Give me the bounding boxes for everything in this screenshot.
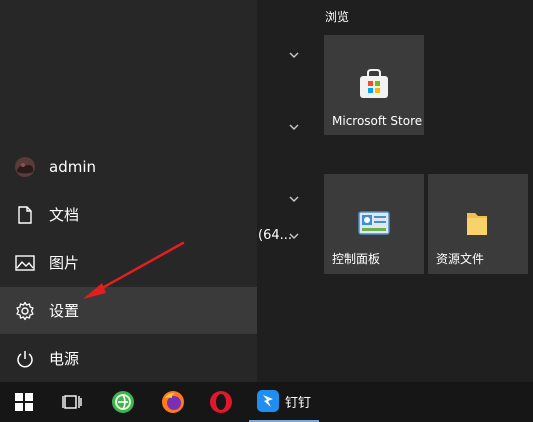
chevron-down-icon[interactable] xyxy=(287,120,301,134)
tile-label: 资源文件 xyxy=(436,252,485,266)
task-view-icon xyxy=(62,395,82,409)
folder-icon xyxy=(467,213,487,235)
settings-label: 设置 xyxy=(49,302,80,320)
task-view-button[interactable] xyxy=(48,382,96,422)
start-menu-nav: admin 文档 图片 设置 电源 xyxy=(0,0,257,382)
power-icon xyxy=(13,347,37,371)
green-browser-icon xyxy=(112,391,134,413)
user-account-button[interactable]: admin xyxy=(0,143,257,190)
chevron-down-icon[interactable] xyxy=(287,48,301,62)
documents-label: 文档 xyxy=(49,206,80,224)
app-list xyxy=(257,0,315,382)
firefox-button[interactable] xyxy=(149,382,197,422)
pictures-button[interactable]: 图片 xyxy=(0,239,257,286)
opera-button[interactable] xyxy=(197,382,245,422)
tile-microsoft-store[interactable]: Microsoft Store xyxy=(324,35,424,135)
app-list-partial-label: (64... xyxy=(258,228,293,243)
gear-icon xyxy=(13,299,37,323)
documents-button[interactable]: 文档 xyxy=(0,191,257,238)
green-browser-button[interactable] xyxy=(99,382,147,422)
firefox-icon xyxy=(162,391,184,413)
pictures-label: 图片 xyxy=(49,254,80,272)
user-name: admin xyxy=(49,157,96,176)
taskbar: 钉钉 xyxy=(0,382,533,422)
tile-label: Microsoft Store xyxy=(332,114,423,128)
power-button[interactable]: 电源 xyxy=(0,335,257,382)
tile-resource-files[interactable]: 资源文件 xyxy=(428,174,528,274)
tile-label: 控制面板 xyxy=(332,252,381,266)
tile-group-title: 浏览 xyxy=(325,10,350,24)
dingtalk-button[interactable]: 钉钉 xyxy=(249,382,319,422)
chevron-down-icon[interactable] xyxy=(287,192,301,206)
windows-start-icon xyxy=(15,393,33,411)
opera-icon xyxy=(210,391,232,413)
start-button[interactable] xyxy=(0,382,48,422)
dingtalk-label: 钉钉 xyxy=(284,395,311,411)
user-avatar-icon xyxy=(13,155,37,179)
document-icon xyxy=(13,203,37,227)
settings-button[interactable]: 设置 xyxy=(0,287,257,334)
store-icon xyxy=(360,69,388,98)
tile-control-panel[interactable]: 控制面板 xyxy=(324,174,424,274)
power-label: 电源 xyxy=(49,350,80,368)
control-panel-icon xyxy=(358,211,390,235)
pictures-icon xyxy=(13,251,37,275)
dingtalk-icon xyxy=(256,390,279,412)
